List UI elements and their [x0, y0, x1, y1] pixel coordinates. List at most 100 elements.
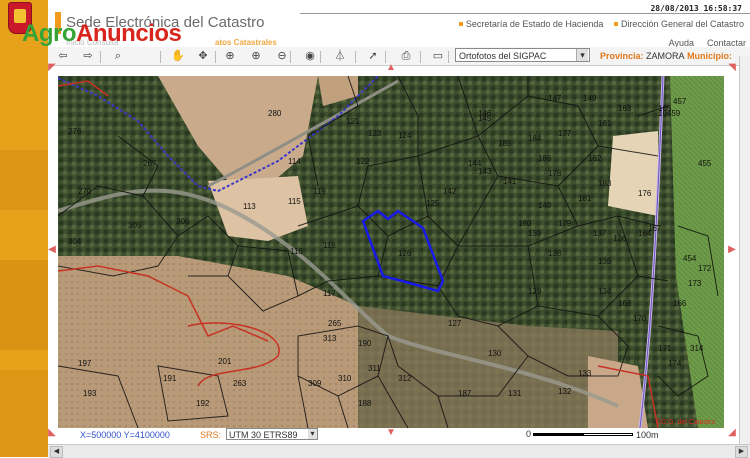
- pan-west-arrow[interactable]: ◀: [46, 245, 58, 255]
- coordinates-readout: X=500000 Y=4100000: [80, 430, 170, 440]
- print-icon[interactable]: ⎙: [398, 48, 414, 64]
- scroll-left-icon[interactable]: ◀: [50, 446, 63, 458]
- pan-northwest-arrow[interactable]: ◤: [46, 63, 58, 73]
- orthophoto-map[interactable]: 276 267 270 280 304 305 306 113 115 116 118 117 119 1…: [58, 76, 724, 428]
- toolbar-separator: [448, 51, 449, 63]
- parcel-label: 144: [468, 159, 482, 168]
- parcel-label: 113: [243, 202, 256, 211]
- parcel-label: 173: [688, 279, 702, 288]
- zoom-in-icon[interactable]: ⊕: [248, 48, 264, 64]
- parcel-label: 114: [288, 157, 301, 166]
- watermark: AgroAnuncios: [22, 20, 182, 47]
- parcel-label: 455: [698, 159, 712, 168]
- parcel-label: 168: [618, 299, 632, 308]
- parcel-label: 166: [673, 299, 687, 308]
- parcel-label: 183: [598, 179, 612, 188]
- parcel-label: 129: [528, 287, 542, 296]
- parcel-label: 309: [308, 379, 322, 388]
- parcel-label: 10459: [658, 109, 681, 118]
- parcel-label: 147: [548, 94, 562, 103]
- parcel-label: 174: [668, 359, 682, 368]
- arrow-left-icon[interactable]: ⇦: [55, 48, 71, 64]
- header-divider: [300, 13, 750, 14]
- parcel-label: 178: [548, 169, 562, 178]
- link-secretaria[interactable]: Secretaría de Estado de Hacienda: [466, 19, 604, 29]
- parcel-label: 454: [683, 254, 697, 263]
- parcel-label: 313: [323, 334, 337, 343]
- arrow-right-icon[interactable]: ⇨: [80, 48, 96, 64]
- parcel-label: 280: [268, 109, 282, 118]
- scroll-right-icon[interactable]: ▶: [735, 446, 748, 458]
- status-bar: X=500000 Y=4100000 SRS: UTM 30 ETRS89 0 …: [48, 428, 750, 442]
- provincia-info: Provincia: ZAMORA Municipio:: [600, 51, 733, 61]
- parcel-label: 131: [508, 389, 522, 398]
- parcel-label: 136: [613, 234, 627, 243]
- parcel-label: 132: [558, 387, 572, 396]
- parcel-label: 115: [288, 197, 301, 206]
- datetime: 28/08/2013 16:58:37: [650, 4, 742, 13]
- zoom-out-icon[interactable]: ⊖: [274, 48, 290, 64]
- parcel-label: 163: [618, 104, 632, 113]
- parcel-label: 167: [648, 224, 662, 233]
- parcel-label: 139: [528, 229, 542, 238]
- parcel-label: 119: [313, 187, 326, 196]
- toolbar-separator: [160, 51, 161, 63]
- pan-north-arrow[interactable]: ▲: [385, 63, 397, 73]
- info-cursor-icon[interactable]: ➚: [365, 48, 381, 64]
- map-canvas[interactable]: 276 267 270 280 304 305 306 113 115 116 118 117 119 1…: [58, 76, 724, 428]
- parcel-label: 118: [323, 241, 336, 250]
- parcel-label: 140: [538, 201, 552, 210]
- toolbar-separator: [215, 51, 216, 63]
- parcel-label: 135: [598, 257, 612, 266]
- layers-icon[interactable]: ▭: [430, 48, 446, 64]
- vertical-scrollbar[interactable]: [739, 56, 750, 444]
- parcel-label: 137: [593, 229, 607, 238]
- pan-northeast-arrow[interactable]: ◥: [726, 63, 738, 73]
- parcel-label: 123: [368, 129, 382, 138]
- globe-icon[interactable]: ◉: [302, 48, 318, 64]
- parcel-label: 149: [583, 94, 597, 103]
- parcel-label: 142: [443, 187, 457, 196]
- parcel-label: 126: [398, 249, 412, 258]
- parcel-label: 185: [498, 139, 512, 148]
- parcel-label: 181: [578, 194, 592, 203]
- parcel-label: 134: [598, 287, 612, 296]
- layer-select[interactable]: Ortofotos del SIGPAC: [455, 48, 590, 62]
- parcel-label: 270: [78, 187, 92, 196]
- srs-select[interactable]: UTM 30 ETRS89: [226, 428, 318, 440]
- toolbar-separator: [385, 51, 386, 63]
- parcel-label: 133: [578, 369, 592, 378]
- toolbar-separator: [355, 51, 356, 63]
- parcel-label: 276: [68, 127, 82, 136]
- hand-pan-icon[interactable]: ✋: [170, 48, 186, 64]
- subtab-datos[interactable]: atos Catastrales: [215, 38, 277, 47]
- binoculars-icon[interactable]: ⌕: [110, 48, 126, 64]
- move-icon[interactable]: ✥: [195, 48, 211, 64]
- toolbar-separator: [420, 51, 421, 63]
- pan-east-arrow[interactable]: ▶: [726, 245, 738, 255]
- measure-icon[interactable]: ⏃: [332, 48, 348, 64]
- parcel-label: 190: [358, 339, 372, 348]
- parcel-label: 146: [478, 109, 492, 118]
- parcel-label: 191: [163, 374, 177, 383]
- parcel-label: 184: [528, 134, 542, 143]
- parcel-label: 265: [328, 319, 342, 328]
- parcel-label: 263: [233, 379, 247, 388]
- parcel-label: 125: [426, 199, 440, 208]
- parcel-label: 127: [448, 319, 462, 328]
- parcel-label: 267: [143, 159, 157, 168]
- link-direccion[interactable]: Dirección General del Catastro: [621, 19, 744, 29]
- parcel-label: 172: [698, 264, 712, 273]
- parcel-label: 121: [346, 117, 360, 126]
- parcel-label: 306: [176, 217, 190, 226]
- header-links: Secretaría de Estado de Hacienda Direcci…: [451, 19, 744, 29]
- parcel-label: 186: [538, 154, 552, 163]
- parcel-label: 130: [488, 349, 502, 358]
- horizontal-scrollbar[interactable]: ◀ ▶: [48, 444, 750, 458]
- parcel-label: 116: [290, 247, 303, 256]
- parcel-label: 171: [658, 344, 672, 353]
- zoom-box-icon[interactable]: ⊕: [222, 48, 238, 64]
- toolbar-separator: [290, 51, 291, 63]
- map-copyright: ©D.G. del Catastro: [656, 418, 715, 426]
- srs-label: SRS:: [200, 430, 222, 440]
